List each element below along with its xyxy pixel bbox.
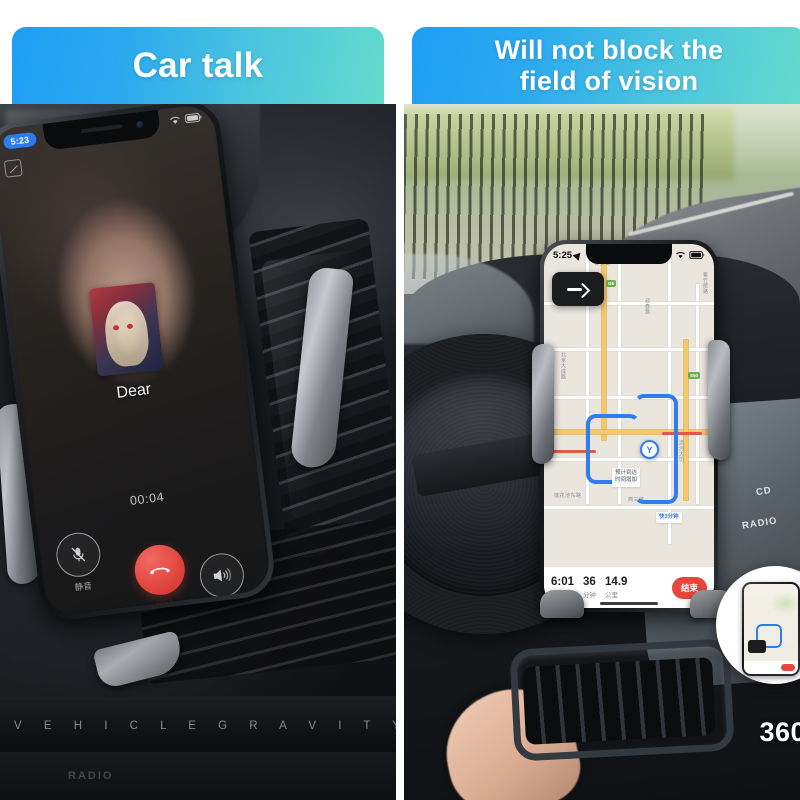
map-road-label: 北京大成路	[560, 352, 566, 380]
magnified-maneuver-card	[748, 640, 766, 653]
map-road	[544, 506, 714, 509]
maneuver-card[interactable]	[552, 272, 604, 306]
phone-right: Y G6 S50 北京大成路 迎春路 紫竹院路 清河大街 长安街 莲花池东路 西…	[540, 240, 718, 612]
distance-value: 14.9	[605, 575, 628, 588]
brand-text: V E H I C L E G R A V I T Y B R A C K E	[14, 720, 396, 732]
home-indicator[interactable]	[600, 602, 658, 605]
dashboard-radio-label: RADIO	[68, 770, 114, 782]
current-location-puck: Y	[640, 440, 659, 459]
highway-shield: G6	[606, 280, 617, 287]
map-road	[696, 284, 699, 504]
eta-value: 6:01	[551, 575, 575, 588]
phone-hangup-icon	[150, 567, 171, 575]
call-indicator-pill: 5:23	[2, 131, 38, 150]
phone-body: Y G6 S50 北京大成路 迎春路 紫竹院路 清河大街 长安街 莲花池东路 西…	[540, 240, 718, 612]
left-car-interior-photo: V E H I C L E G R A V I T Y B R A C K E …	[0, 104, 396, 800]
product-marketing-image: V E H I C L E G R A V I T Y B R A C K E …	[0, 0, 800, 800]
phone-notch	[586, 244, 672, 264]
left-panel: V E H I C L E G R A V I T Y B R A C K E …	[0, 0, 396, 800]
highway-shield: S50	[688, 372, 701, 379]
mount-arm-left	[532, 344, 554, 464]
turn-right-icon	[566, 281, 590, 297]
map-road-label: 清河大街	[678, 440, 684, 462]
map-road-label: 莲花池东路	[554, 493, 582, 499]
distance-unit: 公里	[605, 592, 619, 600]
left-banner: Car talk	[12, 27, 384, 104]
contact-avatar	[88, 282, 164, 377]
screen-share-icon[interactable]	[3, 158, 23, 178]
right-car-interior-photo: CD RADIO Y G6 S50 北京大成路 迎春路 紫竹院路 清河大街 长安…	[404, 104, 800, 800]
right-banner-line1: Will not block the	[494, 35, 724, 66]
mount-bottom-clamp-left	[540, 590, 584, 618]
map-road-label: 迎春路	[644, 298, 650, 315]
map-highway	[602, 244, 606, 440]
speaker-icon	[213, 568, 231, 582]
right-banner: Will not block the field of vision	[412, 27, 800, 104]
battery-icon	[689, 251, 705, 259]
avatar-eye-left	[112, 324, 120, 331]
map-callout-eta-increase: 预计到达 时间增加	[612, 468, 641, 487]
map-highway	[684, 340, 688, 500]
wifi-icon	[676, 252, 685, 259]
map-road-label: 紫竹院路	[702, 272, 708, 294]
magnified-phone-screen	[744, 584, 798, 674]
status-bar-right	[675, 251, 705, 259]
duration-unit: 分钟	[583, 592, 597, 600]
status-time-label: 5:25	[553, 249, 573, 261]
car-stereo-panel	[0, 752, 396, 800]
wifi-icon	[169, 116, 180, 124]
map-road	[544, 348, 714, 351]
left-banner-title: Car talk	[132, 45, 264, 85]
magnified-end-button	[781, 664, 795, 671]
right-panel: CD RADIO Y G6 S50 北京大成路 迎春路 紫竹院路 清河大街 长安…	[404, 0, 800, 800]
microphone-mute-icon	[71, 547, 86, 562]
magnified-nav-bar	[744, 661, 798, 674]
mount-arm-right	[708, 340, 730, 460]
duration-value: 36	[583, 575, 596, 588]
right-banner-title: Will not block the field of vision	[495, 35, 724, 95]
distance-stat: 14.9 公里	[605, 576, 627, 599]
phone-screen-navigation: Y G6 S50 北京大成路 迎春路 紫竹院路 清河大街 长安街 莲花池东路 西…	[544, 244, 714, 608]
magnified-phone	[742, 582, 800, 676]
map-callout-faster-route: 快3分钟	[656, 512, 682, 524]
avatar-hair	[102, 299, 152, 369]
duration-stat: 36 分钟	[583, 576, 596, 599]
status-bar-right	[163, 112, 203, 126]
map-road	[544, 396, 714, 399]
battery-icon	[184, 112, 202, 124]
map-road-label: 西三环	[628, 497, 645, 503]
right-banner-line2: field of vision	[519, 65, 699, 96]
air-vent-slats-right	[522, 657, 716, 745]
rotation-degree-text: 360	[759, 717, 800, 747]
location-arrow-icon	[572, 249, 584, 261]
status-time: 5:25	[553, 249, 584, 261]
